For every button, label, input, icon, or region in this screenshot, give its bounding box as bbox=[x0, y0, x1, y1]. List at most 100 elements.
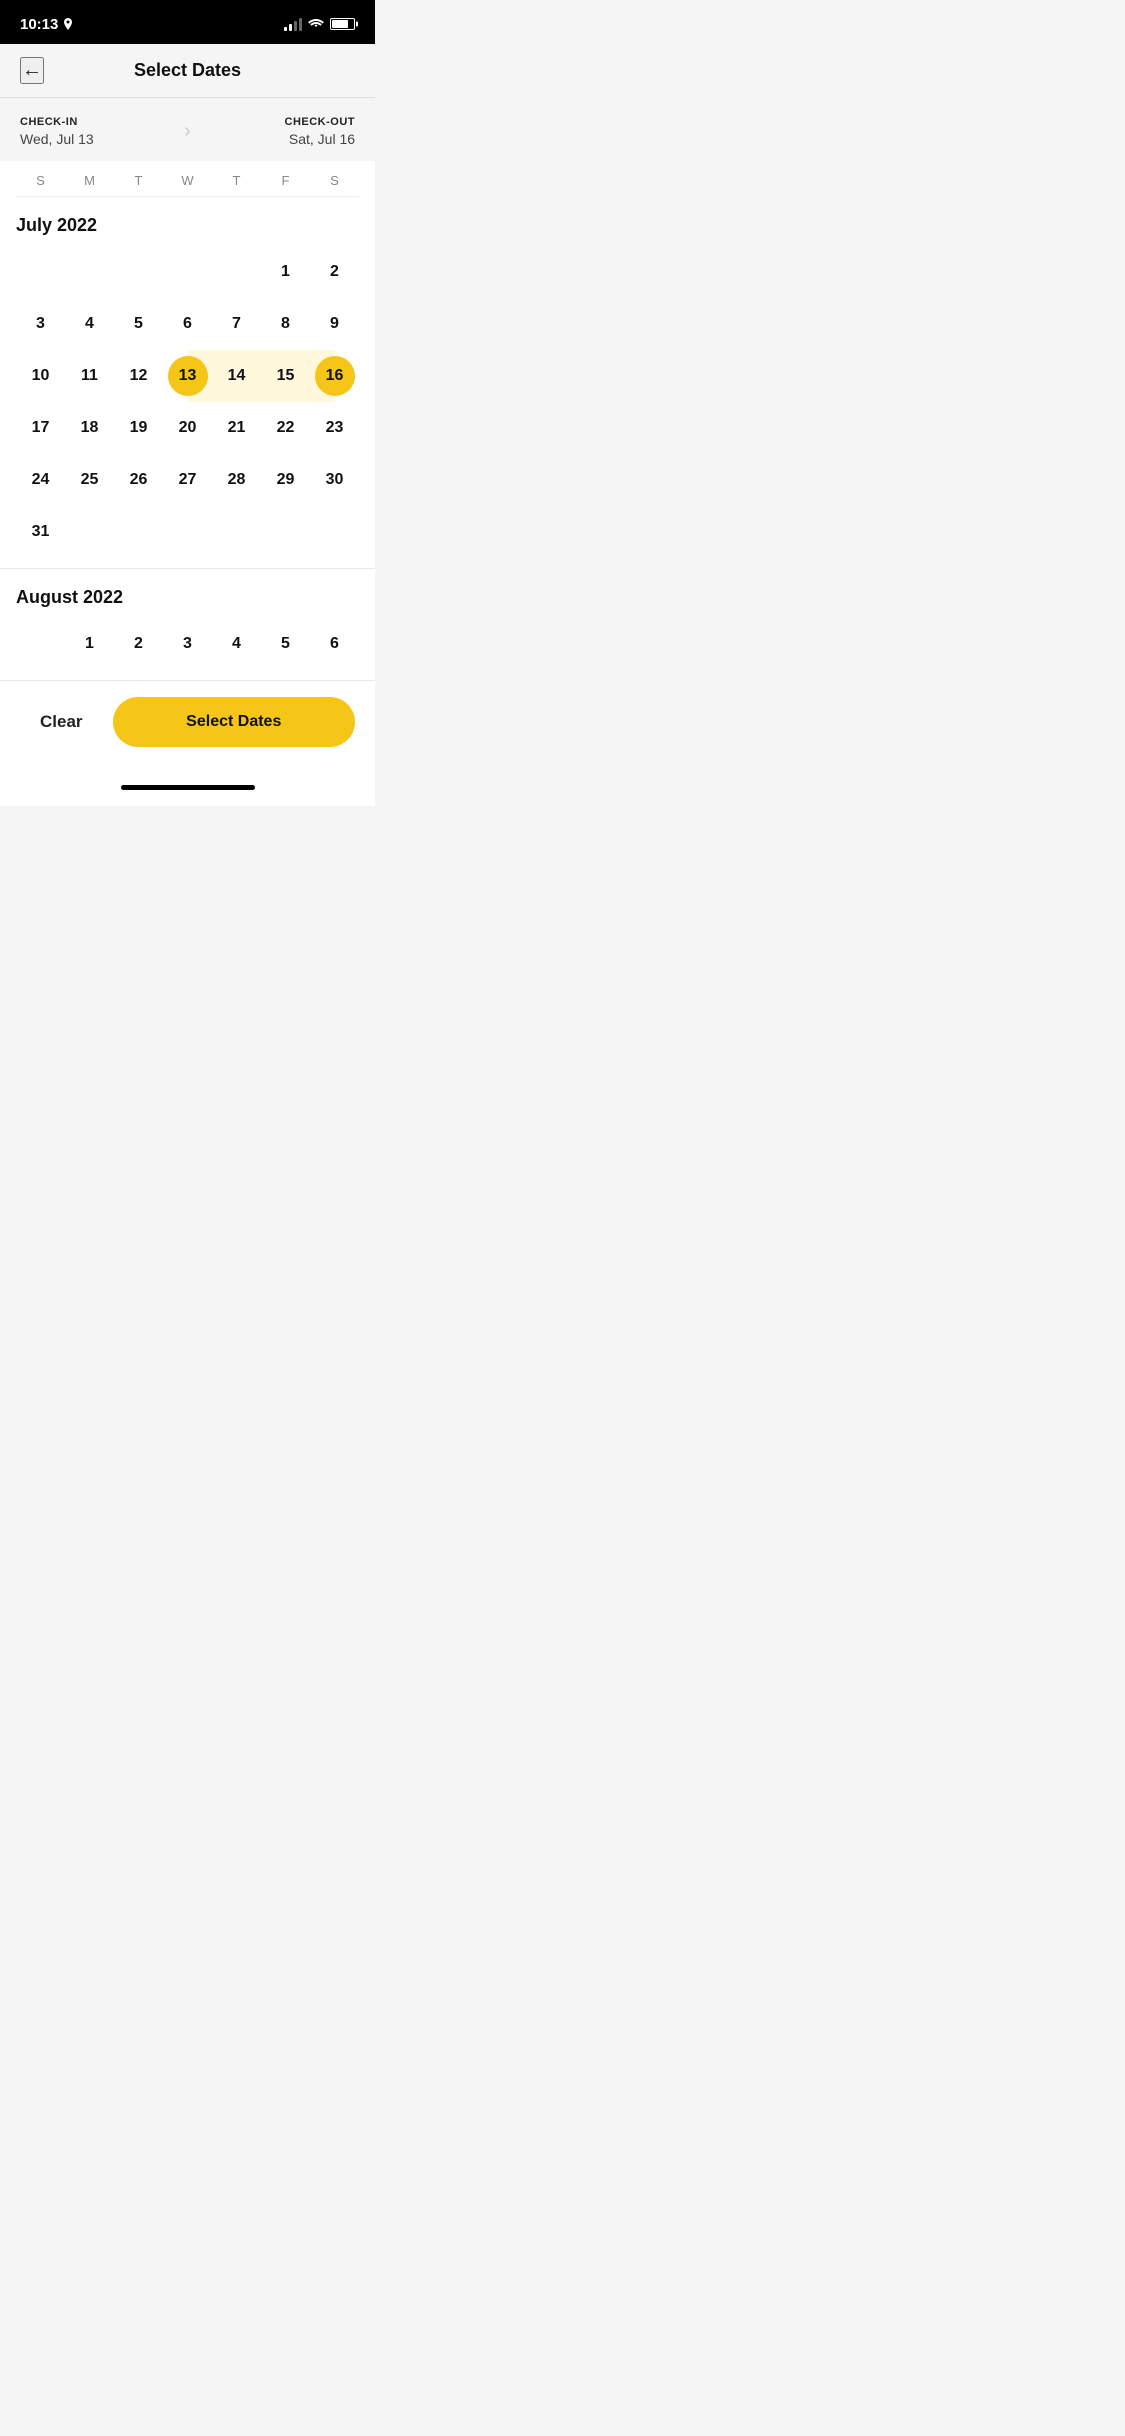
clear-button[interactable]: Clear bbox=[20, 702, 103, 742]
empty-cell bbox=[16, 618, 65, 670]
day-number: 7 bbox=[217, 304, 257, 344]
table-row[interactable]: 31 bbox=[16, 506, 65, 558]
header: ← Select Dates bbox=[0, 44, 375, 98]
status-time: 10:13 bbox=[20, 16, 73, 33]
table-row[interactable]: 24 bbox=[16, 454, 65, 506]
check-in-col: CHECK-IN Wed, Jul 13 bbox=[20, 116, 174, 147]
month-title-july: July 2022 bbox=[16, 197, 359, 246]
day-header-fri: F bbox=[261, 173, 310, 188]
table-row[interactable]: 20 bbox=[163, 402, 212, 454]
table-row[interactable]: 9 bbox=[310, 298, 359, 350]
table-row[interactable]: 3 bbox=[163, 618, 212, 670]
table-row[interactable]: 17 bbox=[16, 402, 65, 454]
table-row[interactable]: 3 bbox=[16, 298, 65, 350]
date-separator-chevron: › bbox=[174, 120, 201, 143]
day-number: 27 bbox=[168, 460, 208, 500]
day-number: 18 bbox=[70, 408, 110, 448]
table-row[interactable]: 22 bbox=[261, 402, 310, 454]
location-icon bbox=[63, 18, 73, 30]
day-header-mon: M bbox=[65, 173, 114, 188]
day-header-thu: T bbox=[212, 173, 261, 188]
calendar-container: S M T W T F S July 2022 1234567891011121… bbox=[0, 161, 375, 680]
table-row[interactable]: 2 bbox=[114, 618, 163, 670]
table-row[interactable]: 8 bbox=[261, 298, 310, 350]
check-in-label: CHECK-IN bbox=[20, 116, 174, 128]
check-in-date: Wed, Jul 13 bbox=[20, 131, 174, 147]
day-number: 6 bbox=[168, 304, 208, 344]
battery-icon bbox=[330, 18, 355, 30]
day-headers: S M T W T F S bbox=[16, 161, 359, 197]
table-row[interactable]: 25 bbox=[65, 454, 114, 506]
day-number: 13 bbox=[168, 356, 208, 396]
signal-icon bbox=[284, 18, 302, 31]
table-row[interactable]: 4 bbox=[212, 618, 261, 670]
day-number: 5 bbox=[266, 624, 306, 664]
day-number: 2 bbox=[315, 252, 355, 292]
table-row[interactable]: 23 bbox=[310, 402, 359, 454]
day-number: 4 bbox=[70, 304, 110, 344]
date-selector: CHECK-IN Wed, Jul 13 › CHECK-OUT Sat, Ju… bbox=[0, 98, 375, 161]
table-row[interactable]: 4 bbox=[65, 298, 114, 350]
day-number: 21 bbox=[217, 408, 257, 448]
day-number: 1 bbox=[70, 624, 110, 664]
time-display: 10:13 bbox=[20, 16, 58, 33]
day-number: 2 bbox=[119, 624, 159, 664]
august-days-grid: 123456 bbox=[16, 618, 359, 670]
table-row[interactable]: 10 bbox=[16, 350, 65, 402]
day-number: 24 bbox=[21, 460, 61, 500]
day-number: 16 bbox=[315, 356, 355, 396]
back-button[interactable]: ← bbox=[20, 57, 44, 84]
table-row[interactable]: 30 bbox=[310, 454, 359, 506]
day-number: 8 bbox=[266, 304, 306, 344]
table-row[interactable]: 26 bbox=[114, 454, 163, 506]
july-days-grid: 1234567891011121314151617181920212223242… bbox=[16, 246, 359, 558]
day-number: 1 bbox=[266, 252, 306, 292]
day-number: 23 bbox=[315, 408, 355, 448]
table-row[interactable]: 5 bbox=[114, 298, 163, 350]
page-title: Select Dates bbox=[134, 60, 241, 81]
day-number: 4 bbox=[217, 624, 257, 664]
check-out-label: CHECK-OUT bbox=[201, 116, 355, 128]
page-wrapper: 10:13 ← bbox=[0, 0, 375, 812]
day-number: 10 bbox=[21, 356, 61, 396]
table-row[interactable]: 1 bbox=[261, 246, 310, 298]
table-row[interactable]: 15 bbox=[261, 350, 310, 402]
day-number: 9 bbox=[315, 304, 355, 344]
day-number: 3 bbox=[168, 624, 208, 664]
table-row[interactable]: 14 bbox=[212, 350, 261, 402]
table-row[interactable]: 12 bbox=[114, 350, 163, 402]
day-number: 31 bbox=[21, 512, 61, 552]
table-row[interactable]: 6 bbox=[310, 618, 359, 670]
day-number: 17 bbox=[21, 408, 61, 448]
month-july-2022: July 2022 123456789101112131415161718192… bbox=[16, 197, 359, 558]
day-number: 22 bbox=[266, 408, 306, 448]
month-august-2022: August 2022 123456 bbox=[16, 569, 359, 670]
table-row[interactable]: 27 bbox=[163, 454, 212, 506]
footer: Clear Select Dates bbox=[0, 680, 375, 777]
table-row[interactable]: 18 bbox=[65, 402, 114, 454]
table-row[interactable]: 16 bbox=[310, 350, 359, 402]
select-dates-button[interactable]: Select Dates bbox=[113, 697, 355, 747]
table-row[interactable]: 28 bbox=[212, 454, 261, 506]
table-row[interactable]: 11 bbox=[65, 350, 114, 402]
day-header-tue: T bbox=[114, 173, 163, 188]
day-number: 15 bbox=[266, 356, 306, 396]
empty-cell bbox=[212, 246, 261, 298]
day-number: 29 bbox=[266, 460, 306, 500]
status-icons bbox=[284, 17, 355, 32]
calendar-scroll-area[interactable]: S M T W T F S July 2022 1234567891011121… bbox=[0, 161, 375, 680]
day-number: 19 bbox=[119, 408, 159, 448]
table-row[interactable]: 29 bbox=[261, 454, 310, 506]
table-row[interactable]: 19 bbox=[114, 402, 163, 454]
table-row[interactable]: 2 bbox=[310, 246, 359, 298]
table-row[interactable]: 6 bbox=[163, 298, 212, 350]
table-row[interactable]: 1 bbox=[65, 618, 114, 670]
day-number: 14 bbox=[217, 356, 257, 396]
table-row[interactable]: 7 bbox=[212, 298, 261, 350]
check-out-col: CHECK-OUT Sat, Jul 16 bbox=[201, 116, 355, 147]
table-row[interactable]: 21 bbox=[212, 402, 261, 454]
table-row[interactable]: 5 bbox=[261, 618, 310, 670]
empty-cell bbox=[65, 246, 114, 298]
table-row[interactable]: 13 bbox=[163, 350, 212, 402]
day-number: 25 bbox=[70, 460, 110, 500]
